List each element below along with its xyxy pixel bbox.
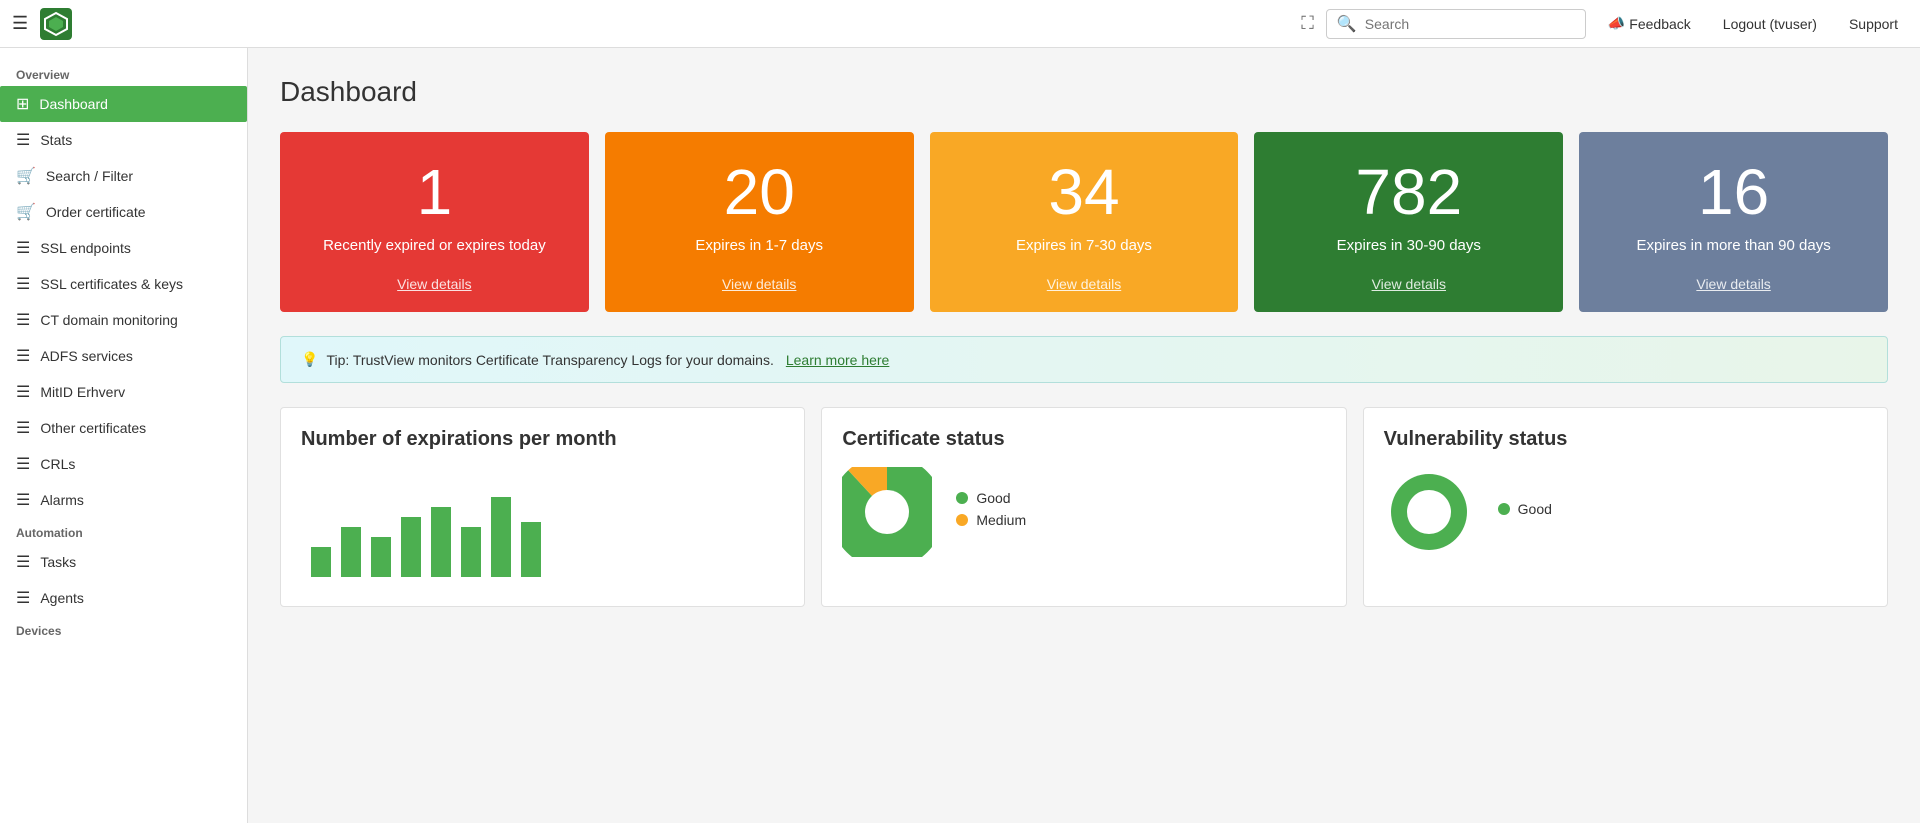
legend-dot-green — [956, 492, 968, 504]
card-1-7days-label: Expires in 1-7 days — [695, 236, 823, 256]
card-expired-label: Recently expired or expires today — [323, 236, 546, 256]
ssl-certs-icon: ☰ — [16, 274, 30, 294]
card-expired[interactable]: 1 Recently expired or expires today View… — [280, 132, 589, 312]
crls-icon: ☰ — [16, 454, 30, 474]
sidebar-item-alarms[interactable]: ☰ Alarms — [0, 482, 247, 518]
sidebar-item-stats[interactable]: ☰ Stats — [0, 122, 247, 158]
card-7-30days[interactable]: 34 Expires in 7-30 days View details — [930, 132, 1239, 312]
card-30-90days-label: Expires in 30-90 days — [1337, 236, 1481, 256]
panel-expirations: Number of expirations per month — [280, 407, 805, 607]
app-logo — [40, 8, 72, 40]
order-certificate-icon: 🛒 — [16, 202, 36, 222]
adfs-icon: ☰ — [16, 346, 30, 366]
stats-icon: ☰ — [16, 130, 30, 150]
search-input[interactable] — [1365, 16, 1575, 32]
card-expired-link[interactable]: View details — [397, 276, 471, 292]
sidebar-item-order-certificate[interactable]: 🛒 Order certificate — [0, 194, 247, 230]
agents-icon: ☰ — [16, 588, 30, 608]
feedback-icon: 📣 — [1608, 15, 1625, 32]
sidebar-item-adfs-services[interactable]: ☰ ADFS services — [0, 338, 247, 374]
cert-status-chart — [842, 467, 932, 557]
sidebar-item-crls[interactable]: ☰ CRLs — [0, 446, 247, 482]
alarms-icon: ☰ — [16, 490, 30, 510]
search-filter-icon: 🛒 — [16, 166, 36, 186]
dashboard-cards: 1 Recently expired or expires today View… — [280, 132, 1888, 312]
tip-icon: 💡 — [301, 351, 318, 368]
panel-cert-status: Certificate status Good — [821, 407, 1346, 607]
card-90plus-link[interactable]: View details — [1696, 276, 1770, 292]
vuln-status-chart — [1384, 467, 1474, 557]
card-1-7days[interactable]: 20 Expires in 1-7 days View details — [605, 132, 914, 312]
vuln-status-title: Vulnerability status — [1384, 428, 1867, 451]
cert-status-title: Certificate status — [842, 428, 1325, 451]
logout-button[interactable]: Logout (tvuser) — [1713, 10, 1827, 38]
sidebar-item-ct-domain-monitoring[interactable]: ☰ CT domain monitoring — [0, 302, 247, 338]
screen-icon: ⛶ — [1301, 13, 1314, 34]
main-layout: Overview ⊞ Dashboard ☰ Stats 🛒 Search / … — [0, 48, 1920, 823]
sidebar-item-ssl-endpoints[interactable]: ☰ SSL endpoints — [0, 230, 247, 266]
card-7-30days-link[interactable]: View details — [1047, 276, 1121, 292]
card-90plus-days[interactable]: 16 Expires in more than 90 days View det… — [1579, 132, 1888, 312]
card-1-7days-link[interactable]: View details — [722, 276, 796, 292]
card-expired-number: 1 — [417, 160, 453, 224]
hamburger-icon[interactable]: ☰ — [12, 13, 28, 34]
legend-vuln-good: Good — [1498, 501, 1552, 517]
bottom-panels: Number of expirations per month Certific… — [280, 407, 1888, 607]
expirations-chart — [301, 467, 784, 587]
tasks-icon: ☰ — [16, 552, 30, 572]
sidebar-item-mitid-erhverv[interactable]: ☰ MitID Erhverv — [0, 374, 247, 410]
dashboard-icon: ⊞ — [16, 94, 29, 114]
sidebar-item-agents[interactable]: ☰ Agents — [0, 580, 247, 616]
support-button[interactable]: Support — [1839, 10, 1908, 38]
sidebar-item-other-certificates[interactable]: ☰ Other certificates — [0, 410, 247, 446]
sidebar-item-search-filter[interactable]: 🛒 Search / Filter — [0, 158, 247, 194]
card-30-90days[interactable]: 782 Expires in 30-90 days View details — [1254, 132, 1563, 312]
overview-section-label: Overview — [0, 60, 247, 86]
card-90plus-label: Expires in more than 90 days — [1636, 236, 1830, 256]
card-30-90days-number: 782 — [1355, 160, 1462, 224]
automation-section-label: Automation — [0, 518, 247, 544]
expirations-title: Number of expirations per month — [301, 428, 784, 451]
ct-domain-icon: ☰ — [16, 310, 30, 330]
other-certs-icon: ☰ — [16, 418, 30, 438]
search-icon: 🔍 — [1337, 14, 1357, 34]
feedback-button[interactable]: 📣 Feedback — [1598, 9, 1701, 38]
card-30-90days-link[interactable]: View details — [1372, 276, 1446, 292]
ssl-endpoints-icon: ☰ — [16, 238, 30, 258]
tip-box: 💡 Tip: TrustView monitors Certificate Tr… — [280, 336, 1888, 383]
legend-good: Good — [956, 490, 1026, 506]
card-7-30days-number: 34 — [1048, 160, 1119, 224]
card-7-30days-label: Expires in 7-30 days — [1016, 236, 1152, 256]
tip-text: Tip: TrustView monitors Certificate Tran… — [326, 352, 773, 368]
card-1-7days-number: 20 — [724, 160, 795, 224]
search-box[interactable]: 🔍 — [1326, 9, 1586, 39]
mitid-icon: ☰ — [16, 382, 30, 402]
card-90plus-number: 16 — [1698, 160, 1769, 224]
legend-dot-yellow — [956, 514, 968, 526]
main-content: Dashboard 1 Recently expired or expires … — [248, 48, 1920, 823]
legend-medium: Medium — [956, 512, 1026, 528]
panel-vuln-status: Vulnerability status Good — [1363, 407, 1888, 607]
sidebar-item-ssl-certificates-keys[interactable]: ☰ SSL certificates & keys — [0, 266, 247, 302]
sidebar-item-dashboard[interactable]: ⊞ Dashboard — [0, 86, 247, 122]
sidebar-item-tasks[interactable]: ☰ Tasks — [0, 544, 247, 580]
sidebar: Overview ⊞ Dashboard ☰ Stats 🛒 Search / … — [0, 48, 248, 823]
devices-section-label: Devices — [0, 616, 247, 642]
tip-link[interactable]: Learn more here — [786, 352, 890, 368]
topnav: ☰ ⛶ 🔍 📣 Feedback Logout (tvuser) Support — [0, 0, 1920, 48]
legend-vuln-dot-green — [1498, 503, 1510, 515]
page-title: Dashboard — [280, 76, 1888, 108]
